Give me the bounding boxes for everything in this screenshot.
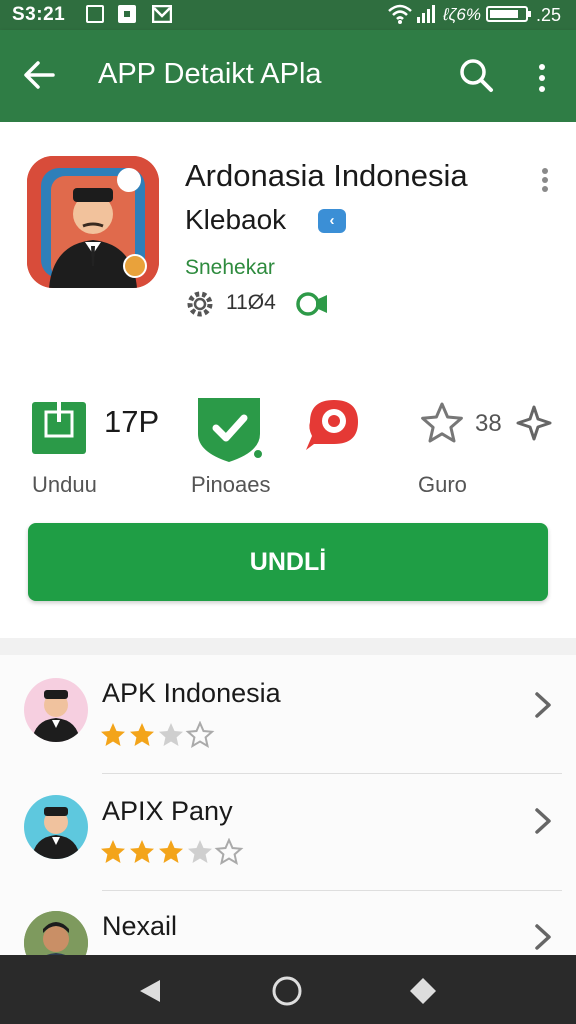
signal-icon [417,5,435,23]
app-more-icon[interactable] [541,168,549,192]
nav-recents-icon[interactable] [407,975,439,1007]
star-empty-icon [159,723,183,746]
app-bar-title: APP Detaikt APla [98,58,322,90]
app-name: Ardonasia Indonesia [185,158,468,193]
chevron-right-icon[interactable] [532,806,554,836]
battery-level: .25 [536,5,562,25]
developer-name[interactable]: Klebaok [185,204,286,236]
downloads-value: 17P [104,404,160,439]
rating-count: 11Ø4 [226,291,276,314]
chevron-right-icon[interactable] [532,690,554,720]
star-rating [101,838,244,866]
battery-percent: ℓζ6% [443,5,481,24]
navigation-bar [0,955,576,1024]
star-filled-icon [101,723,125,746]
star-filled-icon [159,840,183,863]
list-item-title: APIX Pany [102,796,233,826]
status-bar: S3:21 ℓζ6% .25 [0,0,576,30]
star-filled-icon [130,723,154,746]
nav-back-icon[interactable] [136,977,164,1005]
overflow-menu-icon[interactable] [537,64,547,94]
location-pin-icon [306,400,358,450]
mail-icon [152,5,172,23]
list-divider [102,773,562,774]
rating-label: Guro [418,472,467,497]
star-filled-icon [130,840,154,863]
battery-tip [528,11,531,17]
list-divider [102,890,562,891]
back-arrow-icon[interactable] [22,58,56,92]
nav-home-icon[interactable] [271,975,303,1007]
wifi-icon [388,4,412,24]
avatar [24,678,88,742]
download-icon [32,402,86,454]
app-category[interactable]: Snehekar [185,256,275,280]
star-empty-icon [214,838,244,866]
rating-value: 38 [475,410,502,437]
settings-gear-icon [187,291,213,317]
downloads-label: Unduu [32,472,97,497]
star-sparkle-icon [516,405,552,441]
list-item-title: APK Indonesia [102,678,281,708]
star-outline-icon [421,402,463,443]
protect-label: Pinoaes [191,472,271,497]
avatar [24,795,88,859]
notification-app-icon [118,5,136,23]
battery-icon [486,6,528,22]
star-rating [101,721,215,749]
search-icon[interactable] [458,57,494,93]
status-time: S3:21 [12,4,66,25]
install-button[interactable]: UNDLİ [28,523,548,601]
shield-check-icon [198,398,264,462]
app-bar: APP Detaikt APla [0,30,576,122]
star-empty-icon [185,721,215,749]
star-filled-icon [101,840,125,863]
notification-square-icon [86,5,104,23]
list-item-title: Nexail [102,911,178,941]
verified-badge-icon: ‹ [318,209,346,233]
video-chat-icon [296,292,327,316]
app-icon[interactable] [27,156,159,288]
chevron-right-icon[interactable] [532,922,554,952]
star-empty-icon [188,840,212,863]
